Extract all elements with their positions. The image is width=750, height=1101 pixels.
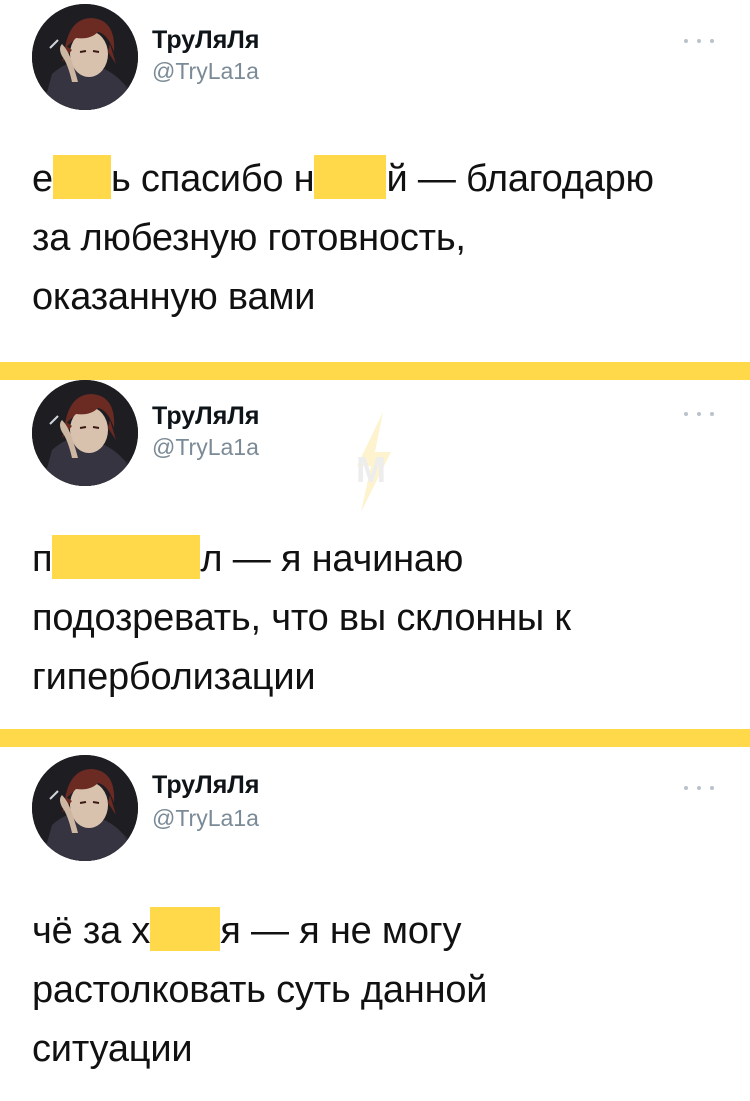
tweet-text: п л — я начинаю подозревать, что вы склон… [32, 530, 732, 707]
text-fragment: л — я начинаю [200, 538, 464, 580]
divider-bar [0, 362, 750, 380]
author-name[interactable]: ТруЛяЛя [152, 402, 259, 431]
author-name[interactable]: ТруЛяЛя [152, 771, 259, 800]
text-fragment: ь спасибо н [110, 158, 315, 200]
tweet-text-line: чё за х я — я не могу [32, 902, 732, 961]
tweet-text: чё за х я — я не могу растолковать суть д… [32, 902, 732, 1079]
censor-block [52, 535, 201, 579]
author-handle[interactable]: @TryLa1a [152, 58, 259, 85]
anime-avatar-image [32, 380, 138, 486]
censor-block [150, 907, 221, 951]
avatar[interactable] [32, 755, 138, 861]
text-fragment: п [32, 538, 53, 580]
text-fragment: я — я не могу [220, 910, 462, 952]
watermark-letter: M [356, 449, 386, 490]
anime-avatar-image [32, 755, 138, 861]
text-fragment: й — благодарю [386, 158, 654, 200]
more-options-icon[interactable] [684, 784, 714, 792]
tweet-text-line: е ь спасибо н й — благодарю [32, 150, 732, 209]
more-options-icon[interactable] [684, 37, 714, 45]
avatar[interactable] [32, 4, 138, 110]
text-fragment: гиперболизации [32, 656, 316, 698]
censor-block [314, 155, 387, 199]
avatar[interactable] [32, 380, 138, 486]
tweet-card: ТруЛяЛя @TryLa1a чё за х я — я не могу ра… [0, 747, 750, 1101]
tweet-card: ТруЛяЛя @TryLa1a е ь спасибо н й — благода… [0, 0, 750, 360]
tweet-text-line: ситуации [32, 1020, 732, 1079]
text-fragment: подозревать, что вы склонны к [32, 597, 571, 639]
tweet-text-line: п л — я начинаю [32, 530, 732, 589]
censor-block [52, 155, 111, 199]
text-fragment: е [32, 158, 53, 200]
text-fragment: за любезную готовность, [32, 217, 466, 259]
tweet-text-line: оказанную вами [32, 268, 732, 327]
tweet-text-line: гиперболизации [32, 648, 732, 707]
text-fragment: чё за х [32, 910, 151, 952]
tweet-text: е ь спасибо н й — благодарю за любезную го… [32, 150, 732, 327]
more-options-icon[interactable] [684, 410, 714, 418]
tweet-text-line: подозревать, что вы склонны к [32, 589, 732, 648]
text-fragment: оказанную вами [32, 276, 316, 318]
divider-bar [0, 729, 750, 747]
tweet-text-line: за любезную готовность, [32, 209, 732, 268]
tweet-text-line: растолковать суть данной [32, 961, 732, 1020]
author-handle[interactable]: @TryLa1a [152, 805, 259, 832]
text-fragment: растолковать суть данной [32, 969, 488, 1011]
text-fragment: ситуации [32, 1028, 193, 1070]
watermark-logo: M [356, 412, 391, 512]
anime-avatar-image [32, 4, 138, 110]
author-name[interactable]: ТруЛяЛя [152, 26, 259, 55]
author-handle[interactable]: @TryLa1a [152, 434, 259, 461]
